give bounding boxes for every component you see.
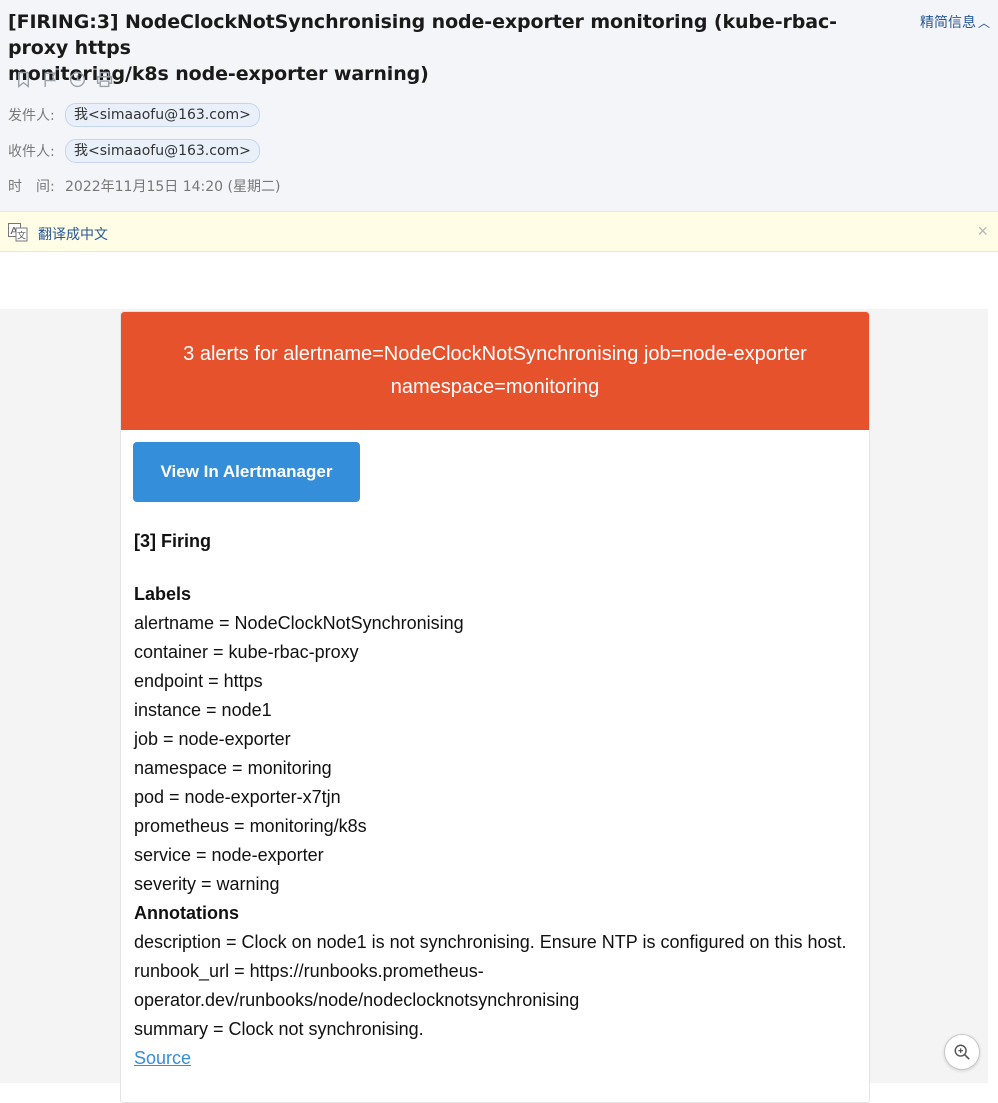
zoom-button[interactable] bbox=[944, 1034, 980, 1070]
labels-heading: Labels bbox=[134, 584, 192, 604]
chevron-up-icon: ︿ bbox=[977, 16, 990, 30]
mail-body: 3 alerts for alertname=NodeClockNotSynch… bbox=[0, 309, 988, 1103]
label-item: alertname = NodeClockNotSynchronising bbox=[134, 613, 464, 633]
from-row: 发件人: 我<simaaofu@163.com> bbox=[8, 103, 260, 127]
label-item: instance = node1 bbox=[134, 700, 272, 720]
source-link[interactable]: Source bbox=[134, 1048, 191, 1068]
annotation-item: summary = Clock not synchronising. bbox=[134, 1019, 424, 1039]
zoom-in-icon bbox=[954, 1044, 970, 1060]
translate-icon: A 文 bbox=[8, 222, 28, 242]
from-address-chip[interactable]: 我<simaaofu@163.com> bbox=[65, 103, 260, 127]
mail-header: [FIRING:3] NodeClockNotSynchronising nod… bbox=[0, 0, 998, 211]
brief-info-toggle[interactable]: 精简信息 ︿ bbox=[920, 12, 990, 32]
svg-text:文: 文 bbox=[17, 230, 26, 242]
translate-link[interactable]: 翻译成中文 bbox=[38, 224, 108, 244]
banner-line-2: namespace=monitoring bbox=[390, 376, 600, 398]
clock-icon[interactable] bbox=[68, 70, 87, 89]
subject-line-1: [FIRING:3] NodeClockNotSynchronising nod… bbox=[8, 11, 837, 59]
time-label: 时 间: bbox=[8, 179, 55, 195]
time-value: 2022年11月15日 14:20 (星期二) bbox=[65, 179, 281, 195]
print-icon[interactable] bbox=[95, 70, 114, 89]
annotation-item: runbook_url = https://runbooks.prometheu… bbox=[134, 961, 484, 981]
annotation-item: description = Clock on node1 is not sync… bbox=[134, 932, 847, 952]
brief-info-label: 精简信息 bbox=[919, 15, 976, 31]
to-address-chip[interactable]: 我<simaaofu@163.com> bbox=[65, 139, 260, 163]
bookmark-icon[interactable] bbox=[14, 70, 33, 89]
label-item: endpoint = https bbox=[134, 671, 263, 691]
label-item: severity = warning bbox=[134, 874, 280, 894]
alert-banner: 3 alerts for alertname=NodeClockNotSynch… bbox=[121, 312, 869, 430]
alert-content: [3] Firing Labels alertname = NodeClockN… bbox=[134, 528, 854, 1073]
annotations-heading: Annotations bbox=[134, 903, 239, 923]
label-item: service = node-exporter bbox=[134, 845, 324, 865]
to-label: 收件人: bbox=[8, 144, 55, 160]
label-item: namespace = monitoring bbox=[134, 758, 332, 778]
translate-bar: A 文 翻译成中文 × bbox=[0, 211, 998, 252]
view-in-alertmanager-button[interactable]: View In Alertmanager bbox=[133, 442, 360, 502]
label-item: prometheus = monitoring/k8s bbox=[134, 816, 367, 836]
time-row: 时 间: 2022年11月15日 14:20 (星期二) bbox=[8, 176, 280, 196]
subject-line-2: monitoring/k8s node-exporter warning) bbox=[8, 63, 429, 85]
alert-card: 3 alerts for alertname=NodeClockNotSynch… bbox=[120, 311, 870, 1103]
label-item: pod = node-exporter-x7tjn bbox=[134, 787, 341, 807]
mail-toolbar bbox=[14, 70, 114, 89]
from-label: 发件人: bbox=[8, 108, 55, 124]
close-icon[interactable]: × bbox=[977, 221, 988, 242]
firing-heading: [3] Firing bbox=[134, 531, 211, 551]
label-item: container = kube-rbac-proxy bbox=[134, 642, 359, 662]
label-item: job = node-exporter bbox=[134, 729, 291, 749]
mail-subject: [FIRING:3] NodeClockNotSynchronising nod… bbox=[8, 9, 888, 87]
flag-icon[interactable] bbox=[41, 70, 60, 89]
to-row: 收件人: 我<simaaofu@163.com> bbox=[8, 139, 260, 163]
annotation-item: operator.dev/runbooks/node/nodeclocknots… bbox=[134, 990, 580, 1010]
banner-line-1: 3 alerts for alertname=NodeClockNotSynch… bbox=[183, 343, 807, 365]
